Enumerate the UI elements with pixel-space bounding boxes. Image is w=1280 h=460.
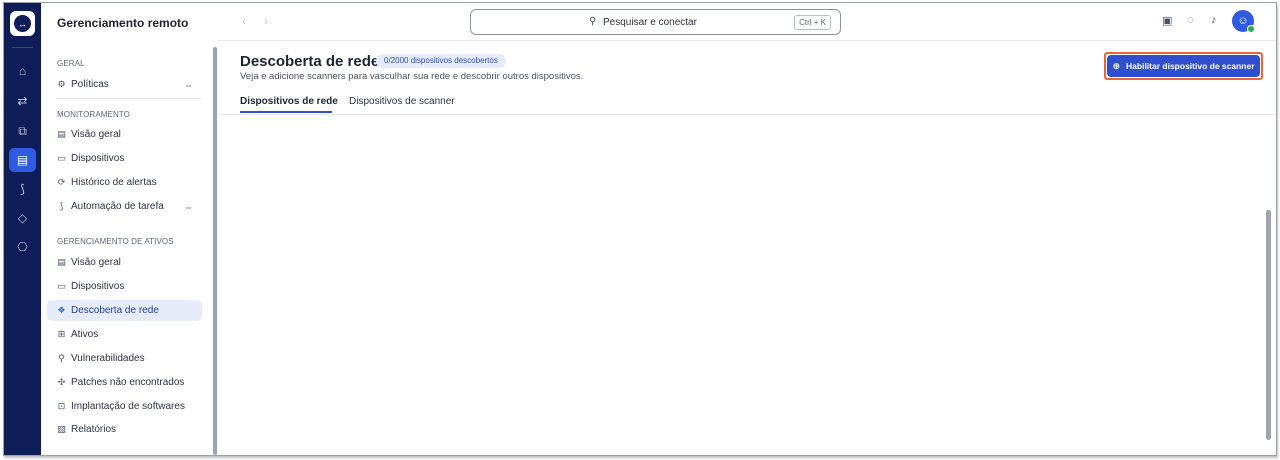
bell-icon[interactable]: ♪ (1211, 14, 1217, 26)
main-scrollbar[interactable] (1266, 210, 1271, 440)
icon-rail: ↔ ⌂ ⇄ ⧉ ▤ ⟆ ◇ ⎔ (4, 3, 41, 455)
rail-remote-management-button[interactable]: ▤ (9, 148, 36, 172)
sidebar-item-relatorios[interactable]: ▧ Relatórios (47, 419, 202, 440)
back-arrow-icon[interactable]: ‹ (242, 14, 246, 28)
sidebar-item-label: Descoberta de rede (71, 305, 159, 316)
app-window: ↔ ⌂ ⇄ ⧉ ▤ ⟆ ◇ ⎔ Gerenciamento remoto GER… (3, 2, 1277, 456)
monitor-icon: ▭ (57, 281, 66, 291)
teamviewer-logo-icon[interactable]: ↔ (10, 11, 35, 36)
sidebar-divider (57, 98, 202, 99)
top-bar: ‹ › ⚲ Pesquisar e conectar Ctrl + K ▣ ◌ … (218, 3, 1276, 41)
sidebar-item-automacao-tarefa[interactable]: ⟆ Automação de tarefa ⇔ (47, 196, 202, 217)
sidebar-item-implantacao-softwares[interactable]: ⊡ Implantação de softwares (47, 396, 202, 417)
network-discovery-icon: ❖ (57, 305, 66, 315)
tabs-divider (218, 114, 1276, 115)
sidebar-item-politicas[interactable]: ⚙ Políticas ⇔ (47, 74, 202, 95)
remote-management-icon: ▤ (16, 153, 29, 167)
assets-icon: ⊞ (57, 329, 66, 339)
flow-icon: ⟆ (20, 182, 25, 196)
home-icon: ⌂ (18, 64, 27, 78)
rail-security-button[interactable]: ⎔ (9, 235, 36, 259)
sidebar-item-historico-alertas[interactable]: ⟳ Histórico de alertas (47, 172, 202, 193)
button-label: Habilitar dispositivo de scanner (1126, 61, 1255, 71)
sidebar-item-label: Dispositivos (71, 281, 125, 292)
rail-transfer-button[interactable]: ⇄ (9, 89, 36, 113)
device-list-icon[interactable]: ▣ (1162, 14, 1172, 27)
shield-settings-icon: ⎔ (17, 240, 28, 254)
rail-devices-button[interactable]: ⧉ (9, 119, 36, 143)
sidebar-item-label: Dispositivos (71, 153, 125, 164)
sidebar-item-label: Relatórios (71, 424, 117, 435)
rail-home-button[interactable]: ⌂ (9, 59, 36, 83)
external-link-icon: ⇔ (184, 201, 193, 212)
sidebar-item-label: Ativos (71, 329, 99, 340)
sidebar-item-descoberta-rede[interactable]: ❖ Descoberta de rede (47, 300, 202, 321)
sidebar-item-label: Políticas (71, 79, 109, 90)
sidebar-item-vulnerabilidades[interactable]: ⚲ Vulnerabilidades (47, 348, 202, 369)
sidebar-item-ativos-dispositivos[interactable]: ▭ Dispositivos (47, 276, 202, 297)
transfer-icon: ⇄ (17, 94, 28, 108)
sidebar-item-label: Histórico de alertas (71, 177, 157, 188)
sidebar-scrollbar[interactable] (213, 47, 217, 455)
forward-arrow-icon[interactable]: › (264, 14, 268, 28)
tab-dispositivos-de-rede[interactable]: Dispositivos de rede (240, 96, 338, 107)
alert-history-icon: ⟳ (57, 177, 66, 187)
software-deploy-icon: ⊡ (57, 401, 66, 411)
sidebar-item-label: Automação de tarefa (71, 201, 164, 212)
page-subtitle: Veja e adicione scanners para vasculhar … (240, 71, 584, 82)
app-title: Gerenciamento remoto (57, 16, 189, 30)
active-tab-indicator (240, 111, 332, 113)
sidebar-item-ativos-visao-geral[interactable]: ▤ Visão geral (47, 252, 202, 273)
report-icon: ▧ (57, 424, 66, 434)
section-label-monitoramento: MONITORAMENTO (57, 110, 131, 119)
sidebar-item-label: Vulnerabilidades (71, 353, 145, 364)
vulnerability-icon: ⚲ (58, 353, 65, 363)
plus-circle-icon: ⊕ (1112, 60, 1121, 71)
dashboard-icon: ▤ (57, 257, 66, 267)
sidebar-item-ativos[interactable]: ⊞ Ativos (47, 324, 202, 345)
sidebar-item-label: Visão geral (71, 129, 121, 140)
enable-scanner-device-button[interactable]: ⊕ Habilitar dispositivo de scanner (1107, 55, 1260, 77)
main-content: Descoberta de rede 0/2000 dispositivos d… (218, 42, 1276, 455)
search-shortcut-badge: Ctrl + K (794, 15, 831, 30)
section-label-gerenciamento-ativos: GERENCIAMENTO DE ATIVOS (57, 237, 174, 246)
gear-icon: ⚙ (57, 79, 66, 89)
search-input[interactable]: ⚲ Pesquisar e conectar Ctrl + K (470, 9, 841, 35)
chat-icon[interactable]: ◌ (1187, 14, 1194, 26)
automation-icon: ⟆ (59, 201, 64, 211)
dashboard-icon: ▤ (57, 129, 66, 139)
tab-dispositivos-de-scanner[interactable]: Dispositivos de scanner (349, 96, 455, 107)
patch-icon: ✣ (57, 377, 66, 387)
external-link-icon: ⇔ (184, 79, 193, 90)
monitor-icon: ▭ (57, 153, 66, 163)
online-status-dot (1247, 25, 1255, 33)
page-title: Descoberta de rede (240, 53, 380, 70)
sidebar: Gerenciamento remoto GERAL ⚙ Políticas ⇔… (41, 3, 213, 455)
sidebar-item-label: Patches não encontrados (71, 377, 185, 388)
sidebar-item-label: Implantação de softwares (71, 401, 185, 412)
sidebar-item-visao-geral[interactable]: ▤ Visão geral (47, 124, 202, 145)
rail-flow-button[interactable]: ⟆ (9, 177, 36, 201)
rail-divider (12, 47, 33, 48)
search-placeholder: Pesquisar e conectar (603, 17, 697, 28)
sidebar-item-dispositivos[interactable]: ▭ Dispositivos (47, 148, 202, 169)
discovered-count-badge: 0/2000 dispositivos descobertos (376, 54, 506, 68)
section-label-geral: GERAL (57, 59, 85, 68)
sidebar-item-patches[interactable]: ✣ Patches não encontrados (47, 372, 202, 393)
devices-icon: ⧉ (18, 123, 27, 138)
search-icon: ⚲ (589, 16, 597, 27)
tag-icon: ◇ (17, 211, 28, 225)
sidebar-item-label: Visão geral (71, 257, 121, 268)
rail-tag-button[interactable]: ◇ (9, 206, 36, 230)
